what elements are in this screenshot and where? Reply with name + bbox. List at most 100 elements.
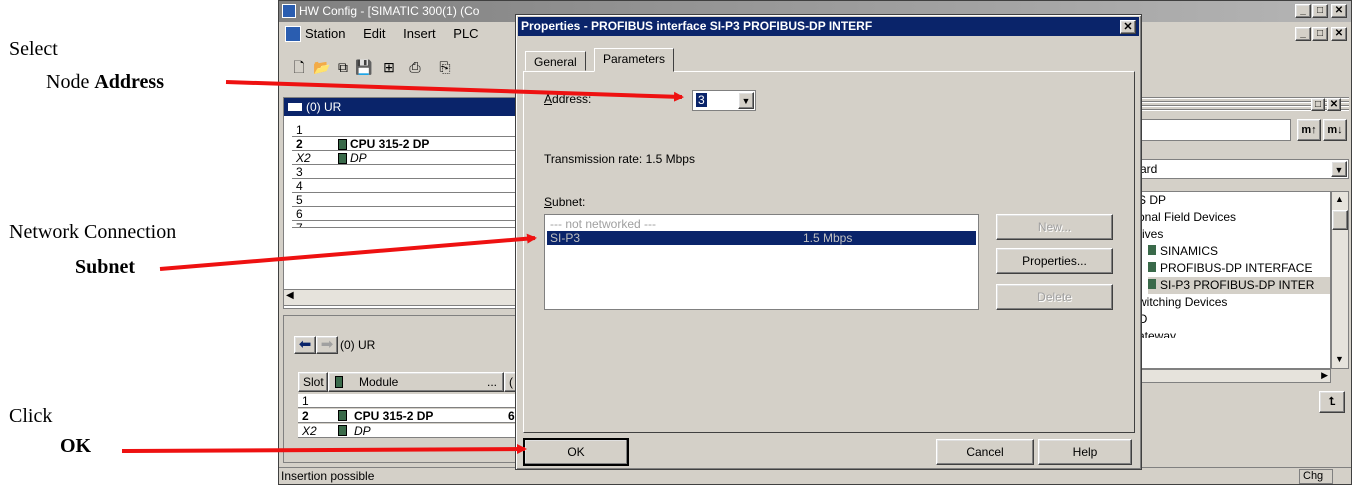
rack-slot: 4 bbox=[296, 179, 303, 193]
child-minimize-icon[interactable]: _ bbox=[1295, 27, 1311, 41]
catalog-restore-icon[interactable]: □ bbox=[1311, 98, 1325, 111]
catalog-close-icon[interactable]: ✕ bbox=[1327, 98, 1341, 111]
detail-rack-label: (0) UR bbox=[340, 338, 376, 352]
tree-item[interactable]: SINAMICS bbox=[1148, 243, 1218, 260]
compile-icon[interactable]: ⊞ bbox=[381, 59, 397, 75]
status-text: Insertion possible bbox=[281, 469, 375, 483]
catalog-vertical-scrollbar[interactable]: ▲ ▼ bbox=[1331, 191, 1349, 369]
address-label: Address: bbox=[544, 92, 592, 106]
open-folder-icon[interactable]: 📂 bbox=[313, 59, 330, 75]
dialog-title: Properties - PROFIBUS interface SI-P3 PR… bbox=[521, 19, 873, 33]
menu-station[interactable]: Station bbox=[305, 26, 345, 41]
module-icon bbox=[1148, 279, 1156, 289]
column-header-module[interactable]: Module ... bbox=[328, 372, 504, 392]
rack-slot: 2 bbox=[296, 137, 303, 151]
catalog-hscroll[interactable]: ▶ bbox=[1135, 369, 1331, 383]
address-select[interactable]: 3 ▼ bbox=[692, 90, 756, 111]
forward-arrow-icon[interactable]: ➡ bbox=[316, 336, 338, 354]
subnet-properties-button[interactable]: Properties... bbox=[996, 248, 1113, 274]
rack-panel: (0) UR 1 2 CPU 315-2 DP X2 DP 3 4 5 6 7 bbox=[283, 97, 522, 309]
child-restore-icon[interactable]: □ bbox=[1312, 27, 1328, 41]
subnet-item-not-networked[interactable]: --- not networked --- bbox=[547, 217, 976, 231]
back-arrow-icon[interactable]: ⬅ bbox=[294, 336, 316, 354]
rack-row[interactable]: 6 bbox=[292, 208, 522, 221]
detail-extra: 6 bbox=[508, 409, 515, 423]
tree-item-label: SI-P3 PROFIBUS-DP INTER bbox=[1160, 278, 1315, 292]
catalog-search-input[interactable] bbox=[1135, 119, 1291, 141]
hw-config-app-icon bbox=[282, 4, 296, 18]
annotation-ok-bold: OK bbox=[60, 435, 92, 457]
hw-config-title: HW Config - [SIMATIC 300(1) (Co bbox=[299, 4, 480, 18]
annotation-node-text: Node bbox=[46, 71, 95, 93]
help-button[interactable]: Help bbox=[1038, 439, 1132, 465]
minimize-icon[interactable]: _ bbox=[1295, 4, 1311, 18]
tree-item[interactable]: S DP bbox=[1138, 192, 1166, 209]
save-icon[interactable]: 💾 bbox=[355, 59, 372, 75]
search-up-icon[interactable]: m↑ bbox=[1297, 119, 1321, 141]
menu-plc[interactable]: PLC bbox=[453, 26, 478, 41]
copy-icon[interactable]: ⎘ bbox=[437, 59, 453, 75]
dialog-close-icon[interactable]: ✕ bbox=[1120, 20, 1136, 34]
new-subnet-button[interactable]: New... bbox=[996, 214, 1113, 240]
scroll-left-icon[interactable]: ◀ bbox=[286, 290, 294, 301]
scroll-thumb[interactable] bbox=[1332, 210, 1348, 230]
ok-button[interactable]: OK bbox=[523, 438, 629, 466]
annotation-subnet: Subnet bbox=[75, 256, 135, 279]
chevron-down-icon[interactable]: ▼ bbox=[1331, 161, 1347, 177]
scroll-down-icon[interactable]: ▼ bbox=[1335, 354, 1344, 364]
detail-module: CPU 315-2 DP bbox=[354, 409, 434, 423]
chevron-down-icon[interactable]: ▼ bbox=[738, 92, 754, 109]
new-file-icon[interactable]: 🗋 bbox=[291, 59, 307, 75]
restore-icon[interactable]: □ bbox=[1312, 4, 1328, 18]
search-down-icon[interactable]: m↓ bbox=[1323, 119, 1347, 141]
subnet-item-si-p3[interactable]: SI-P3 1.5 Mbps bbox=[547, 231, 976, 245]
annotation-select: Select bbox=[9, 38, 58, 60]
network-icon[interactable]: ⧉ bbox=[335, 59, 351, 75]
scroll-up-icon[interactable]: ▲ bbox=[1335, 194, 1344, 204]
rack-row[interactable]: X2 DP bbox=[292, 152, 522, 165]
scroll-right-icon[interactable]: ▶ bbox=[1321, 370, 1328, 381]
table-row[interactable]: 2 CPU 315-2 DP 6 bbox=[298, 409, 524, 423]
rack-row[interactable]: 3 bbox=[292, 166, 522, 179]
annotation-node-address: Node Address bbox=[46, 71, 164, 94]
table-row[interactable]: 1 bbox=[298, 394, 524, 408]
menu-insert[interactable]: Insert bbox=[403, 26, 436, 41]
catalog-profile-select[interactable]: ard ▼ bbox=[1135, 159, 1349, 179]
rack-slot: 1 bbox=[296, 123, 303, 137]
parameters-tab-panel: Address: 3 ▼ Transmission rate: 1.5 Mbps… bbox=[523, 71, 1135, 433]
column-header-slot[interactable]: Slot bbox=[298, 372, 328, 392]
rack-horizontal-scrollbar[interactable]: ◀ bbox=[283, 289, 519, 306]
tree-item[interactable]: onal Field Devices bbox=[1138, 209, 1236, 226]
annotation-ok: OK bbox=[60, 435, 91, 458]
dialog-titlebar[interactable]: Properties - PROFIBUS interface SI-P3 PR… bbox=[518, 17, 1139, 36]
rack-row[interactable]: 5 bbox=[292, 194, 522, 207]
tab-general[interactable]: General bbox=[525, 51, 586, 71]
hardware-catalog-pane: □ ✕ m↑ m↓ ard ▼ S DP onal Field Devices … bbox=[1135, 97, 1351, 467]
tree-item[interactable]: ateway bbox=[1138, 328, 1176, 338]
cancel-button[interactable]: Cancel bbox=[936, 439, 1034, 465]
tree-item[interactable]: witching Devices bbox=[1138, 294, 1227, 311]
delete-subnet-button[interactable]: Delete bbox=[996, 284, 1113, 310]
detail-slot: X2 bbox=[302, 424, 317, 438]
detail-slot: 2 bbox=[302, 409, 309, 423]
rack-icon bbox=[288, 103, 302, 111]
table-row[interactable]: X2 DP bbox=[298, 424, 524, 438]
insert-module-icon[interactable]: ⮤ bbox=[1319, 391, 1345, 413]
menu-edit[interactable]: Edit bbox=[363, 26, 385, 41]
subnet-list[interactable]: --- not networked --- SI-P3 1.5 Mbps bbox=[544, 214, 979, 310]
tab-parameters[interactable]: Parameters bbox=[594, 48, 675, 72]
child-close-icon[interactable]: ✕ bbox=[1331, 27, 1347, 41]
rack-row[interactable]: 2 CPU 315-2 DP bbox=[292, 138, 522, 151]
rack-row[interactable]: 4 bbox=[292, 180, 522, 193]
print-icon[interactable]: ⎙ bbox=[407, 59, 423, 75]
rack-row[interactable]: 7 bbox=[292, 222, 522, 228]
subnet-name: SI-P3 bbox=[550, 231, 581, 245]
annotation-network-connection: Network Connection bbox=[9, 221, 177, 243]
tree-item[interactable]: PROFIBUS-DP INTERFACE bbox=[1148, 260, 1312, 277]
rack-titlebar[interactable]: (0) UR bbox=[284, 98, 518, 116]
close-icon[interactable]: ✕ bbox=[1331, 4, 1347, 18]
tree-item-selected[interactable]: SI-P3 PROFIBUS-DP INTER bbox=[1148, 277, 1330, 294]
cpu-module-icon bbox=[338, 410, 347, 421]
rack-row[interactable]: 1 bbox=[292, 124, 522, 137]
rack-slot: 3 bbox=[296, 165, 303, 179]
